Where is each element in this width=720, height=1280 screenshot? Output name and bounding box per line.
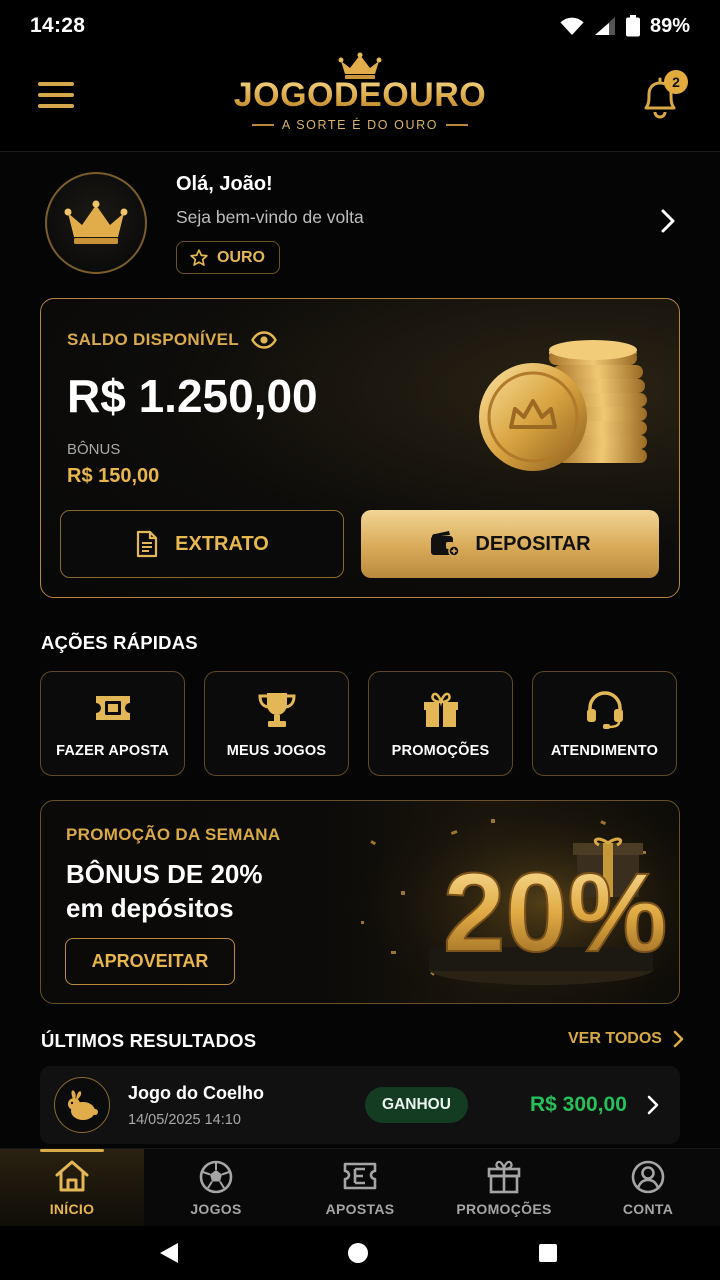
chevron-right-icon	[647, 1095, 659, 1115]
avatar	[45, 172, 147, 274]
status-time: 14:28	[30, 14, 86, 37]
promo-art-text: 20%	[443, 850, 667, 975]
welcome-text: Seja bem-vindo de volta	[176, 207, 364, 227]
results-title: ÚLTIMOS RESULTADOS	[41, 1030, 257, 1051]
promo-headline-line-2: em depósitos	[66, 893, 234, 923]
star-icon	[190, 248, 208, 266]
tier-label: OURO	[217, 248, 265, 266]
quick-action-label: ATENDIMENTO	[550, 743, 659, 759]
menu-bar-2	[38, 93, 74, 97]
profile-summary[interactable]: Olá, João! Seja bem-vindo de volta OURO	[40, 168, 680, 280]
tagline-rule-right	[446, 124, 469, 126]
greeting: Olá, João!	[176, 173, 273, 195]
nav-home[interactable]: INÍCIO	[0, 1149, 144, 1227]
promo-cta-button[interactable]: APROVEITAR	[65, 938, 235, 985]
result-game-name: Jogo do Coelho	[128, 1083, 264, 1103]
promo-kicker: PROMOÇÃO DA SEMANA	[66, 825, 281, 844]
quick-action-my-games[interactable]: MEUS JOGOS	[204, 671, 349, 776]
menu-button[interactable]	[38, 80, 74, 110]
bonus-amount: R$ 150,00	[67, 465, 160, 487]
balance-label: SALDO DISPONÍVEL	[67, 330, 277, 350]
result-game-avatar	[54, 1077, 110, 1133]
tier-badge: OURO	[176, 241, 280, 274]
back-icon[interactable]	[158, 1241, 180, 1265]
quick-action-promotions[interactable]: PROMOÇÕES	[368, 671, 513, 776]
bottom-navigation: INÍCIO JOGOS APOSTAS PROMOÇÕES CONTA	[0, 1148, 720, 1227]
nav-promotions[interactable]: PROMOÇÕES	[432, 1149, 576, 1227]
chevron-right-icon	[673, 1030, 684, 1048]
nav-games-label: JOGOS	[190, 1201, 242, 1217]
nav-bets[interactable]: APOSTAS	[288, 1149, 432, 1227]
bonus-label: BÔNUS	[67, 441, 121, 458]
quick-action-label: MEUS JOGOS	[226, 743, 327, 759]
result-datetime: 14/05/2025 14:10	[128, 1112, 241, 1128]
tagline-rule-left	[251, 124, 274, 126]
see-all-label: VER TODOS	[568, 1030, 662, 1047]
home-circle-icon[interactable]	[347, 1242, 369, 1264]
document-icon	[137, 530, 158, 558]
result-amount: R$ 300,00	[530, 1093, 627, 1116]
nav-account[interactable]: CONTA	[576, 1149, 720, 1227]
system-navigation-bar	[0, 1226, 720, 1280]
logo-text: JOGODEOURO	[210, 76, 510, 115]
battery-icon	[625, 15, 640, 37]
nav-bets-label: APOSTAS	[325, 1201, 395, 1217]
tagline-text: A SORTE É DO OURO	[281, 118, 439, 132]
quick-action-place-bet[interactable]: FAZER APOSTA	[40, 671, 185, 776]
logo-tagline: A SORTE É DO OURO	[210, 118, 510, 132]
menu-bar-3	[38, 104, 74, 108]
quick-action-label: FAZER APOSTA	[56, 743, 169, 759]
nav-home-label: INÍCIO	[49, 1201, 95, 1217]
status-icons: 89%	[560, 15, 690, 38]
headset-icon	[586, 691, 623, 729]
gift-icon	[423, 692, 458, 727]
gift-icon	[487, 1160, 521, 1194]
deposit-button-label: DEPOSITAR	[475, 532, 591, 555]
statement-button[interactable]: EXTRATO	[60, 510, 344, 578]
trophy-icon	[257, 693, 296, 727]
wallet-icon	[431, 531, 460, 557]
quick-action-label: PROMOÇÕES	[391, 743, 490, 759]
home-icon	[55, 1160, 89, 1192]
balance-amount: R$ 1.250,00	[67, 370, 318, 422]
result-row[interactable]: Jogo do Coelho 14/05/2025 14:10 GANHOU R…	[40, 1066, 680, 1144]
notification-badge: 2	[664, 70, 688, 94]
weekly-promotion-banner[interactable]: PROMOÇÃO DA SEMANA BÔNUS DE 20% em depós…	[40, 800, 680, 1004]
chevron-right-icon	[661, 209, 675, 233]
user-icon	[631, 1160, 665, 1194]
nav-promotions-label: PROMOÇÕES	[456, 1201, 552, 1217]
balance-label-text: SALDO DISPONÍVEL	[67, 330, 239, 349]
ticket-icon	[95, 696, 130, 720]
quick-action-support[interactable]: ATENDIMENTO	[532, 671, 677, 776]
nav-games[interactable]: JOGOS	[144, 1149, 288, 1227]
signal-icon	[594, 17, 615, 35]
crown-icon	[64, 200, 128, 244]
status-badge: GANHOU	[365, 1087, 468, 1123]
see-all-link[interactable]: VER TODOS	[568, 1030, 684, 1048]
status-bar: 14:28 89%	[0, 0, 720, 52]
deposit-button[interactable]: DEPOSITAR	[361, 510, 659, 578]
quick-actions-title: AÇÕES RÁPIDAS	[41, 632, 198, 653]
app-logo[interactable]: JOGODEOURO A SORTE É DO OURO	[210, 52, 510, 152]
promo-20-percent-illustration: 20%	[341, 801, 679, 1003]
rabbit-icon	[68, 1090, 98, 1120]
nav-account-label: CONTA	[622, 1201, 674, 1217]
statement-button-label: EXTRATO	[175, 532, 269, 555]
app-header: JOGODEOURO A SORTE É DO OURO 2	[0, 52, 720, 152]
soccer-ball-icon	[199, 1160, 233, 1194]
gold-coins-illustration	[479, 340, 647, 471]
promo-headline-line-1: BÔNUS DE 20%	[66, 859, 263, 889]
notifications-button[interactable]: 2	[640, 70, 688, 119]
wifi-icon	[560, 17, 584, 35]
recents-icon[interactable]	[538, 1243, 558, 1263]
menu-bar-1	[38, 82, 74, 86]
bet-slip-icon	[343, 1162, 377, 1190]
eye-icon[interactable]	[251, 331, 277, 349]
balance-card: SALDO DISPONÍVEL R$ 1.250,00 BÔNUS R$ 15…	[40, 298, 680, 598]
battery-level: 89%	[649, 14, 690, 37]
promo-headline: BÔNUS DE 20% em depósitos	[66, 857, 263, 925]
